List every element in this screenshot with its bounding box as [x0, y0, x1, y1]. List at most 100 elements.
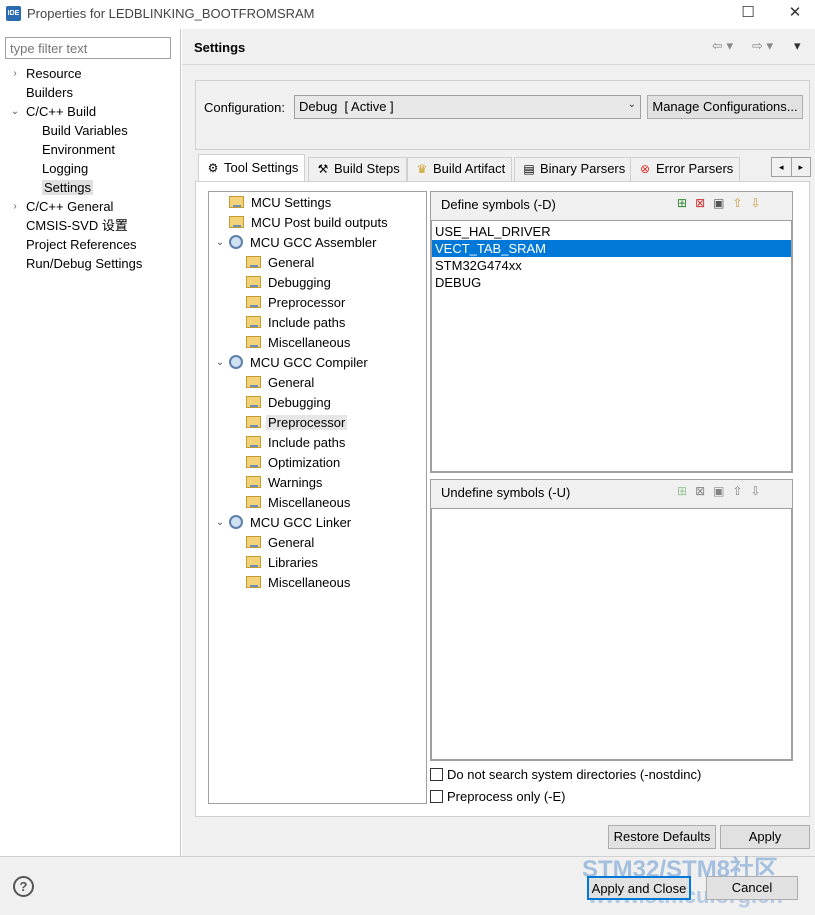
- tool-tree-item[interactable]: Libraries: [209, 553, 426, 573]
- add-icon[interactable]: ⊞: [677, 484, 695, 498]
- tool-tree-item[interactable]: Miscellaneous: [209, 493, 426, 513]
- tool-gear-icon: [229, 355, 243, 369]
- nav-item-project-references[interactable]: Project References: [0, 235, 180, 254]
- tab-tool-settings[interactable]: ⚙ Tool Settings: [198, 154, 306, 182]
- tool-tree-label: General: [268, 535, 315, 550]
- symbol-list-item[interactable]: STM32G474xx: [432, 257, 791, 274]
- tab-build-steps[interactable]: ⚒ Build Steps: [308, 157, 407, 181]
- nav-item-builders[interactable]: Builders: [0, 83, 180, 102]
- chevron-right-icon[interactable]: ›: [10, 197, 20, 216]
- tool-tree-item[interactable]: Miscellaneous: [209, 333, 426, 353]
- apply-button[interactable]: Apply: [720, 825, 810, 849]
- chevron-left-icon[interactable]: ◂: [772, 158, 792, 176]
- restore-defaults-button[interactable]: Restore Defaults: [608, 825, 716, 849]
- nav-item-label: C/C++ Build: [26, 104, 97, 119]
- back-arrow-icon[interactable]: ⇦ ▾: [712, 38, 733, 54]
- close-button[interactable]: ✕: [782, 2, 808, 26]
- edit-icon[interactable]: ▣: [713, 196, 732, 210]
- chevron-right-icon[interactable]: ▸: [792, 158, 811, 176]
- tool-tree-label: Warnings: [268, 475, 323, 490]
- option-folder-icon: [246, 296, 261, 308]
- tab-error-parsers[interactable]: ⊗ Error Parsers: [630, 157, 741, 181]
- undefine-symbols-list[interactable]: [431, 508, 792, 760]
- move-up-icon[interactable]: ⇧: [732, 196, 750, 210]
- tool-tree-item[interactable]: Miscellaneous: [209, 573, 426, 593]
- tab-label: Binary Parsers: [540, 161, 626, 176]
- window-title: Properties for LEDBLINKING_BOOTFROMSRAM: [27, 6, 315, 21]
- option-folder-icon: [246, 556, 261, 568]
- chevron-right-icon[interactable]: ›: [10, 64, 20, 83]
- option-folder-icon: [246, 496, 261, 508]
- nav-item-c-c-build[interactable]: ⌄ C/C++ Build: [0, 102, 180, 121]
- tab-binary-parsers[interactable]: ▤ Binary Parsers: [514, 157, 633, 181]
- manage-configurations-button[interactable]: Manage Configurations...: [647, 95, 803, 119]
- nav-item-logging[interactable]: Logging: [0, 159, 180, 178]
- tool-tree-label: Preprocessor: [268, 295, 346, 310]
- tool-tree-item[interactable]: General: [209, 253, 426, 273]
- tool-tree-item[interactable]: MCU Settings: [209, 193, 426, 213]
- forward-arrow-icon[interactable]: ⇨ ▾: [752, 38, 773, 54]
- add-icon[interactable]: ⊞: [677, 196, 695, 210]
- tool-tree-item[interactable]: General: [209, 373, 426, 393]
- tool-tree-label: MCU GCC Compiler: [250, 355, 368, 370]
- configuration-select[interactable]: Debug [ Active ] ⌄: [294, 95, 641, 119]
- tool-tree-item[interactable]: Include paths: [209, 313, 426, 333]
- tab-build-artifact[interactable]: ♛ Build Artifact: [407, 157, 513, 181]
- nav-item-resource[interactable]: › Resource: [0, 64, 180, 83]
- chevron-down-icon[interactable]: ⌄: [215, 233, 225, 253]
- nav-item-run-debug-settings[interactable]: Run/Debug Settings: [0, 254, 180, 273]
- title-bar: IDE Properties for LEDBLINKING_BOOTFROMS…: [0, 0, 815, 29]
- nav-item-label: Environment: [42, 142, 115, 157]
- option-folder-icon: [246, 256, 261, 268]
- move-down-icon[interactable]: ⇩: [751, 196, 769, 210]
- chevron-down-icon[interactable]: ⌄: [10, 102, 20, 121]
- cancel-button[interactable]: Cancel: [706, 876, 798, 900]
- tool-tree-label: Include paths: [268, 315, 346, 330]
- tool-settings-tree: MCU Settings MCU Post build outputs ⌄ MCU G…: [208, 191, 427, 804]
- nostdinc-checkbox[interactable]: [430, 768, 443, 781]
- tool-tree-item[interactable]: General: [209, 533, 426, 553]
- nostdinc-option[interactable]: Do not search system directories (-nostd…: [430, 767, 701, 782]
- nav-item-environment[interactable]: Environment: [0, 140, 180, 159]
- preprocess-only-checkbox[interactable]: [430, 790, 443, 803]
- tool-tree-item[interactable]: ⌄ MCU GCC Linker: [209, 513, 426, 533]
- tool-tree-item[interactable]: ⌄ MCU GCC Compiler: [209, 353, 426, 373]
- symbol-list-item[interactable]: VECT_TAB_SRAM: [432, 240, 791, 257]
- nav-item-settings[interactable]: Settings: [0, 178, 180, 197]
- tool-tree-item[interactable]: ⌄ MCU GCC Assembler: [209, 233, 426, 253]
- configuration-group: Configuration: Debug [ Active ] ⌄ Manage…: [195, 80, 810, 150]
- nav-item-c-c-general[interactable]: › C/C++ General: [0, 197, 180, 216]
- tool-tree-item[interactable]: Debugging: [209, 393, 426, 413]
- chevron-down-icon[interactable]: ⌄: [215, 353, 225, 373]
- filter-input[interactable]: [5, 37, 171, 59]
- help-icon[interactable]: ?: [13, 876, 34, 897]
- tool-tree-item[interactable]: Debugging: [209, 273, 426, 293]
- page-title: Settings: [194, 40, 246, 55]
- option-folder-icon: [246, 376, 261, 388]
- page-header: Settings ⇦ ▾ ⇨ ▾ ▾: [182, 29, 815, 65]
- symbol-list-item[interactable]: USE_HAL_DRIVER: [432, 223, 791, 240]
- chevron-down-icon[interactable]: ⌄: [215, 513, 225, 533]
- apply-and-close-button[interactable]: Apply and Close: [587, 876, 691, 900]
- tool-tree-item[interactable]: Optimization: [209, 453, 426, 473]
- tool-tree-label: Optimization: [268, 455, 341, 470]
- tool-tree-label: MCU GCC Assembler: [250, 235, 377, 250]
- view-menu-icon[interactable]: ▾: [794, 38, 801, 54]
- delete-icon[interactable]: ⊠: [695, 196, 713, 210]
- tool-tree-item[interactable]: Include paths: [209, 433, 426, 453]
- define-symbols-list[interactable]: USE_HAL_DRIVER VECT_TAB_SRAM STM32G474xx DE…: [431, 220, 792, 472]
- tab-scroll-buttons: ◂ ▸: [771, 157, 811, 177]
- tool-tree-item[interactable]: Preprocessor: [209, 293, 426, 313]
- preprocess-only-label: Preprocess only (-E): [447, 789, 566, 804]
- tab-label: Error Parsers: [656, 161, 734, 176]
- tool-tree-item[interactable]: MCU Post build outputs: [209, 213, 426, 233]
- preprocess-only-option[interactable]: Preprocess only (-E): [430, 789, 565, 804]
- tool-tree-item[interactable]: Preprocessor: [209, 413, 426, 433]
- nav-item-build-variables[interactable]: Build Variables: [0, 121, 180, 140]
- nav-item-cmsis-svd[interactable]: CMSIS-SVD 设置: [0, 216, 180, 235]
- maximize-button[interactable]: ☐: [735, 2, 761, 26]
- tool-tree-item[interactable]: Warnings: [209, 473, 426, 493]
- option-folder-icon: [246, 316, 261, 328]
- settings-page: Settings ⇦ ▾ ⇨ ▾ ▾ Configuration: Debug …: [182, 29, 815, 856]
- symbol-list-item[interactable]: DEBUG: [432, 274, 791, 291]
